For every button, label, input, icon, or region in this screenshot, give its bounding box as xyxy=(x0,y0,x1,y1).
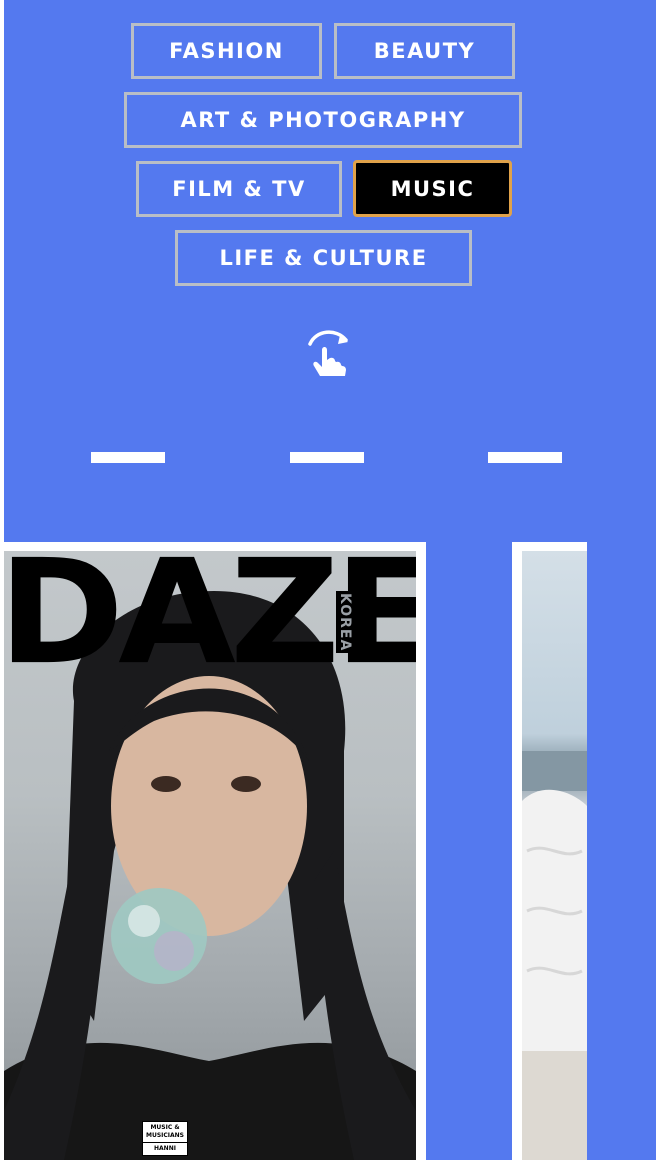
category-beauty-button[interactable]: BEAUTY xyxy=(334,23,515,79)
magazine-edition-label: KOREA xyxy=(336,591,354,654)
badge-name: HANNI xyxy=(143,1142,187,1153)
magazine-cover-image[interactable] xyxy=(522,551,587,1160)
badge-line: MUSIC & xyxy=(150,1124,180,1131)
cover-photo-illustration xyxy=(522,751,587,1160)
category-label: MUSIC xyxy=(390,176,475,201)
cover-badge: MUSIC & MUSICIANS HANNI xyxy=(142,1121,188,1156)
category-life-culture-button[interactable]: LIFE & CULTURE xyxy=(175,230,472,286)
category-label: ART & PHOTOGRAPHY xyxy=(180,108,466,132)
carousel-indicator-1[interactable] xyxy=(91,452,165,463)
category-film-tv-button[interactable]: FILM & TV xyxy=(136,161,342,217)
category-music-button[interactable]: MUSIC xyxy=(353,160,512,217)
swipe-tap-icon xyxy=(308,330,348,376)
badge-line: MUSICIANS xyxy=(145,1132,185,1139)
carousel-indicator-2[interactable] xyxy=(290,452,364,463)
category-label: FASHION xyxy=(169,39,284,63)
category-label: LIFE & CULTURE xyxy=(219,246,428,270)
category-label: FILM & TV xyxy=(172,177,306,201)
magazine-masthead: DAZED xyxy=(4,551,416,697)
magazine-cover-image[interactable]: DAZED KOREA MUSIC & MUSICIANS HANNI xyxy=(4,551,416,1160)
category-label: BEAUTY xyxy=(373,39,476,63)
carousel-indicator-3[interactable] xyxy=(488,452,562,463)
category-fashion-button[interactable]: FASHION xyxy=(131,23,322,79)
category-art-photography-button[interactable]: ART & PHOTOGRAPHY xyxy=(124,92,522,148)
